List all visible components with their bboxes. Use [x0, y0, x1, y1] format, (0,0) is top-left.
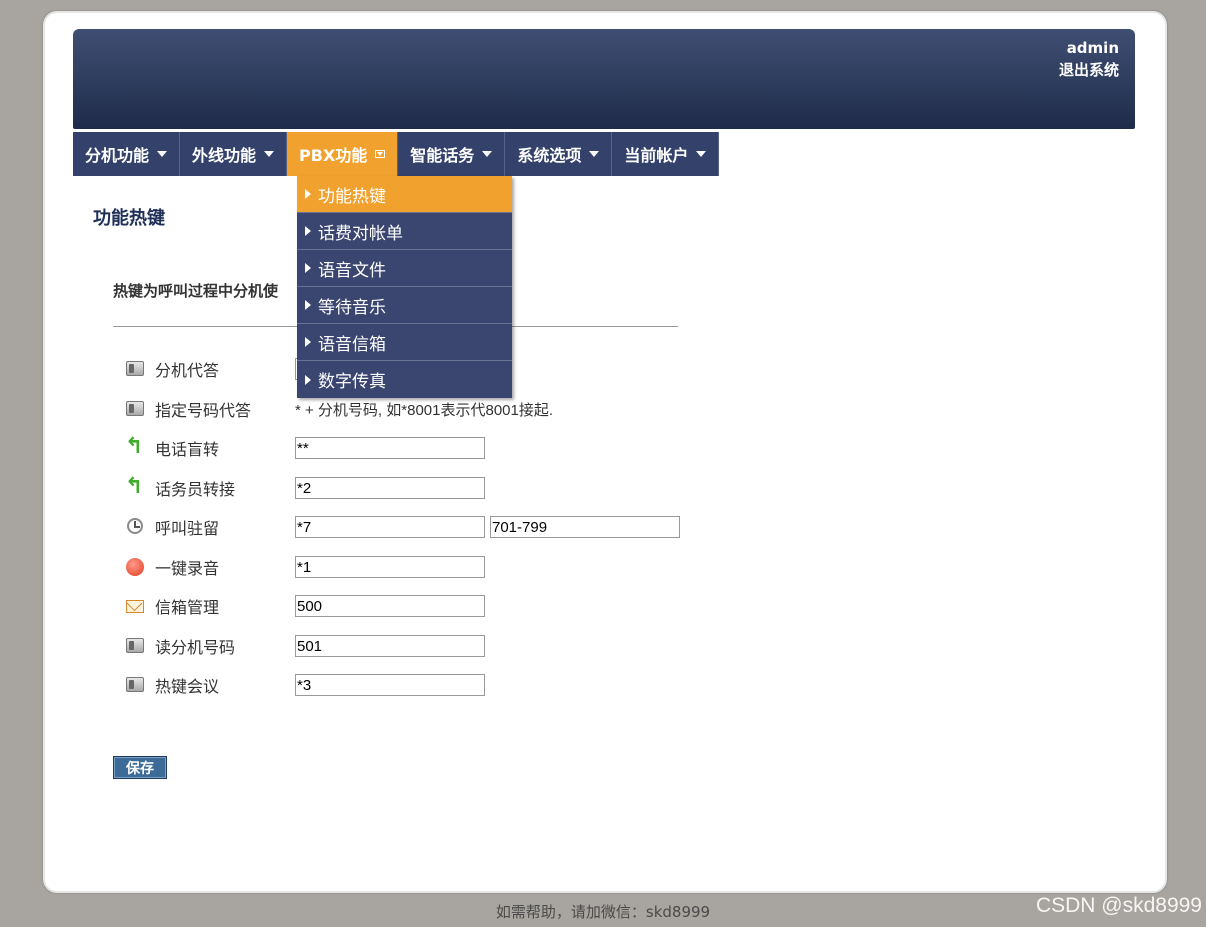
phone-icon — [125, 675, 145, 695]
read-extension-input[interactable] — [295, 635, 485, 657]
blind-transfer-input[interactable] — [295, 437, 485, 459]
caret-down-icon — [157, 151, 168, 157]
page-title: 功能热键 — [93, 208, 165, 229]
footer-help: 如需帮助，请加微信：skd8999 — [495, 903, 711, 921]
menu-item-label: 功能热键 — [318, 186, 386, 207]
hotkey-label: 呼叫驻留 — [155, 519, 220, 538]
username: admin — [1066, 39, 1119, 57]
record-input[interactable] — [295, 556, 485, 578]
hotkey-label: 话务员转接 — [155, 480, 236, 499]
phone-icon — [125, 399, 145, 419]
directed-pickup-note: * + 分机号码, 如*8001表示代8001接起. — [295, 401, 554, 419]
menu-item-hotkeys[interactable]: 功能热键 — [297, 176, 512, 213]
nav-label: 分机功能 — [85, 146, 150, 165]
nav-label: 当前帐户 — [624, 146, 689, 165]
hotkey-row-blind-transfer: 电话盲转 — [125, 434, 485, 460]
hotkey-label: 一键录音 — [155, 559, 220, 578]
caret-down-icon — [375, 150, 386, 158]
record-icon — [125, 557, 145, 577]
hotkey-label: 读分机号码 — [155, 638, 236, 657]
triangle-right-icon — [305, 226, 311, 236]
menu-item-voice-files[interactable]: 语音文件 — [297, 250, 512, 287]
hotkey-row-record: 一键录音 — [125, 555, 485, 579]
nav-smart-call[interactable]: 智能话务 — [398, 132, 506, 176]
caret-down-icon — [589, 151, 600, 157]
caret-down-icon — [482, 151, 493, 157]
menu-item-fax[interactable]: 数字传真 — [297, 361, 512, 398]
triangle-right-icon — [305, 189, 311, 199]
triangle-right-icon — [305, 337, 311, 347]
logout-link[interactable]: 退出系统 — [1059, 59, 1119, 81]
clock-icon — [125, 517, 145, 537]
caret-down-icon — [264, 151, 275, 157]
menu-item-label: 数字传真 — [318, 372, 386, 392]
user-info: admin 退出系统 — [1059, 37, 1119, 81]
watermark: CSDN @skd8999 — [1035, 894, 1202, 917]
hotkey-row-voicemail: 信箱管理 — [125, 594, 485, 618]
menu-item-label: 语音文件 — [318, 260, 386, 281]
page-description: 热键为呼叫过程中分机使 — [113, 282, 279, 300]
main-nav: 分机功能 外线功能 PBX功能 智能话务 系统选项 当前帐户 — [73, 132, 720, 176]
transfer-icon — [125, 474, 145, 499]
nav-current-account[interactable]: 当前帐户 — [612, 132, 720, 176]
hotkey-row-call-park: 呼叫驻留 — [125, 515, 680, 539]
triangle-right-icon — [305, 263, 311, 273]
nav-pbx-functions[interactable]: PBX功能 — [287, 132, 399, 176]
nav-label: 外线功能 — [192, 146, 257, 165]
hotkey-label: 电话盲转 — [155, 440, 220, 459]
pbx-dropdown-menu: 功能热键 话费对帐单 语音文件 等待音乐 语音信箱 数字传真 — [297, 176, 512, 398]
caret-down-icon — [696, 151, 707, 157]
nav-label: 智能话务 — [410, 146, 475, 165]
hotkey-row-read-extension: 读分机号码 — [125, 634, 485, 658]
call-park-range-input[interactable] — [490, 516, 680, 538]
triangle-right-icon — [305, 300, 311, 310]
hotkey-label: 指定号码代答 — [155, 401, 252, 420]
conference-input[interactable] — [295, 674, 485, 696]
menu-item-voicemail[interactable]: 语音信箱 — [297, 324, 512, 361]
save-button[interactable]: 保存 — [113, 756, 167, 779]
hotkey-row-conference: 热键会议 — [125, 673, 485, 697]
phone-icon — [125, 636, 145, 656]
nav-extension-functions[interactable]: 分机功能 — [73, 132, 181, 176]
nav-label: PBX功能 — [299, 146, 368, 165]
call-park-input[interactable] — [295, 516, 485, 538]
menu-item-label: 话费对帐单 — [318, 223, 403, 244]
menu-item-label: 等待音乐 — [318, 297, 386, 318]
nav-label: 系统选项 — [517, 146, 582, 165]
hotkey-row-attended-transfer: 话务员转接 — [125, 474, 485, 500]
menu-item-label: 语音信箱 — [318, 334, 386, 355]
menu-item-hold-music[interactable]: 等待音乐 — [297, 287, 512, 324]
nav-system-options[interactable]: 系统选项 — [505, 132, 613, 176]
attended-transfer-input[interactable] — [295, 477, 485, 499]
mail-icon — [125, 596, 145, 616]
hotkey-label: 热键会议 — [155, 677, 220, 696]
nav-trunk-functions[interactable]: 外线功能 — [180, 132, 288, 176]
hotkey-label: 分机代答 — [155, 361, 220, 380]
voicemail-input[interactable] — [295, 595, 485, 617]
transfer-icon — [125, 434, 145, 459]
header-banner: admin 退出系统 — [73, 29, 1135, 129]
hotkey-row-directed-pickup: 指定号码代答 * + 分机号码, 如*8001表示代8001接起. — [125, 397, 553, 421]
hotkey-label: 信箱管理 — [155, 598, 220, 617]
menu-item-billing[interactable]: 话费对帐单 — [297, 213, 512, 250]
phone-icon — [125, 359, 145, 379]
triangle-right-icon — [305, 374, 311, 385]
